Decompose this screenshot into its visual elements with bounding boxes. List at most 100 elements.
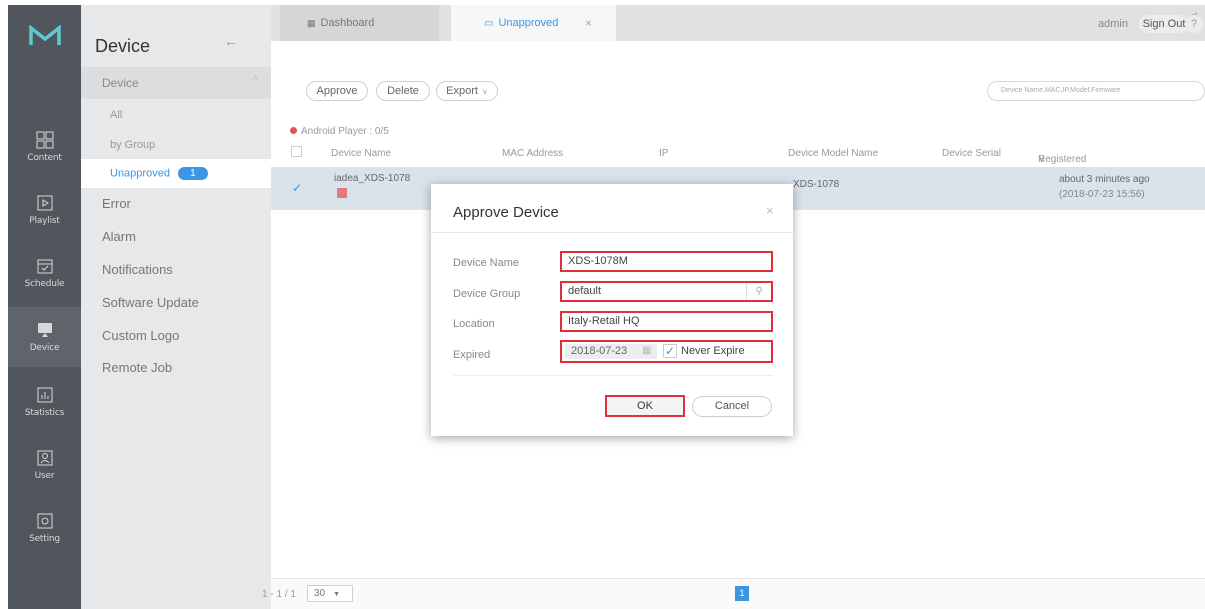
cancel-button[interactable]: Cancel xyxy=(692,396,772,417)
app-rail: Content Playlist Schedule Device Statist… xyxy=(8,5,81,609)
rail-label: Schedule xyxy=(24,279,65,289)
sidebar-item-notifications[interactable]: Notifications xyxy=(102,262,173,277)
logo xyxy=(8,5,81,67)
sidebar-item-unapproved[interactable]: Unapproved 1 xyxy=(81,159,271,188)
sidebar-item-by-group[interactable]: by Group xyxy=(110,139,155,151)
rail-label: Playlist xyxy=(29,216,60,226)
sign-out-button[interactable]: Sign Out xyxy=(1139,15,1189,33)
table-header: Device Name MAC Address IP Device Model … xyxy=(271,142,1205,165)
device-icon xyxy=(37,323,52,337)
unapproved-text: Unapproved xyxy=(110,167,170,180)
rail-item-setting[interactable]: Setting xyxy=(8,498,81,558)
rail-label: Statistics xyxy=(24,408,65,418)
search-input[interactable]: Device Name,MAC,IP,Model,Firmware xyxy=(987,81,1205,101)
device-sidebar: Device ← Device ^ All by Group Unapprove… xyxy=(81,5,271,609)
device-group-label: Device Group xyxy=(453,288,521,300)
close-icon[interactable]: × xyxy=(766,203,774,218)
collapse-arrow-icon[interactable]: ← xyxy=(224,33,238,49)
rail-label: User xyxy=(34,471,55,481)
rail-label: Content xyxy=(27,153,62,163)
row-model: XDS-1078 xyxy=(793,179,840,190)
search-icon[interactable]: ⚲ xyxy=(746,283,771,300)
divider xyxy=(453,375,773,376)
row-registered: about 3 minutes ago xyxy=(1059,174,1150,185)
rail-item-statistics[interactable]: Statistics xyxy=(8,372,81,432)
expired-label: Expired xyxy=(453,349,491,361)
android-tag-icon xyxy=(337,188,347,198)
group-label: Android Player : 0/5 xyxy=(290,126,389,137)
monitor-icon: ▭ xyxy=(484,17,494,29)
select-all-checkbox[interactable] xyxy=(291,146,302,157)
per-page-select[interactable]: 30 ▼ xyxy=(307,585,353,602)
col-registered-label: Registered xyxy=(1038,154,1087,165)
delete-button[interactable]: Delete xyxy=(376,81,430,101)
content-icon xyxy=(36,131,53,149)
device-group-value: default xyxy=(568,285,602,297)
sidebar-section-label: Device xyxy=(102,76,139,90)
sidebar-item-remote-job[interactable]: Remote Job xyxy=(102,360,172,375)
location-label: Location xyxy=(453,318,495,330)
rail-item-playlist[interactable]: Playlist xyxy=(8,180,81,240)
chevron-down-icon: ∨ xyxy=(481,86,488,96)
rail-item-schedule[interactable]: Schedule xyxy=(8,243,81,303)
statistics-icon xyxy=(37,387,52,403)
chevron-up-icon: ^ xyxy=(253,75,258,86)
sidebar-item-software-update[interactable]: Software Update xyxy=(102,295,199,310)
rail-item-content[interactable]: Content xyxy=(8,117,81,177)
location-input[interactable]: Italy-Retail HQ xyxy=(560,311,773,332)
divider xyxy=(431,232,793,233)
col-device-name[interactable]: Device Name xyxy=(331,148,391,159)
device-name-label: Device Name xyxy=(453,257,520,269)
status-dot-icon xyxy=(290,127,297,134)
device-name-input[interactable]: XDS-1078M xyxy=(560,251,773,272)
pagination-bar: 1 - 1 / 1 30 ▼ 1 xyxy=(262,578,1205,609)
calendar-icon[interactable]: ▦ xyxy=(642,345,651,356)
tab-unapproved[interactable]: ▭ Unapproved × xyxy=(451,5,616,41)
tab-label: Dashboard xyxy=(320,17,375,29)
sidebar-item-custom-logo[interactable]: Custom Logo xyxy=(102,328,179,343)
search-placeholder: Device Name,MAC,IP,Model,Firmware xyxy=(1001,87,1121,94)
never-expire-checkbox[interactable]: ✓ xyxy=(663,344,677,358)
sidebar-item-all[interactable]: All xyxy=(110,109,122,121)
col-device-serial[interactable]: Device Serial xyxy=(942,148,1001,159)
never-expire-label: Never Expire xyxy=(681,345,745,357)
help-icon[interactable]: ? xyxy=(1185,15,1203,33)
page-number-button[interactable]: 1 xyxy=(735,586,749,601)
ok-button[interactable]: OK xyxy=(605,395,685,417)
export-label: Export xyxy=(446,85,478,97)
rail-item-device[interactable]: Device xyxy=(8,307,81,367)
approve-device-dialog: Approve Device × Device Name XDS-1078M D… xyxy=(431,184,793,436)
tab-dashboard[interactable]: ▦ Dashboard xyxy=(280,5,439,41)
col-ip[interactable]: IP xyxy=(659,148,668,159)
logo-icon xyxy=(28,25,61,45)
expired-field: 2018-07-23 ▦ ✓ Never Expire xyxy=(560,340,773,363)
username: admin xyxy=(1098,18,1128,30)
sidebar-item-alarm[interactable]: Alarm xyxy=(102,229,136,244)
rail-label: Device xyxy=(29,343,60,353)
dialog-title: Approve Device xyxy=(453,204,559,221)
sidebar-section-device[interactable]: Device ^ xyxy=(81,67,271,99)
sidebar-title: Device xyxy=(95,36,151,56)
sidebar-item-error[interactable]: Error xyxy=(102,196,131,211)
export-button[interactable]: Export ∨ xyxy=(436,81,498,101)
grid-icon: ▦ xyxy=(307,17,316,28)
row-checked-icon[interactable]: ✓ xyxy=(292,181,302,195)
chevron-down-icon: ▼ xyxy=(333,591,341,598)
per-page-value: 30 xyxy=(314,588,326,599)
page-info: 1 - 1 / 1 xyxy=(262,589,296,600)
row-device-name: iadea_XDS-1078 xyxy=(334,173,411,184)
top-bar: ▦ Dashboard ▭ Unapproved × ఠ admin Sign … xyxy=(271,5,1205,41)
row-registered-time: (2018-07-23 15:56) xyxy=(1059,189,1145,200)
schedule-icon xyxy=(37,259,52,274)
col-mac-address[interactable]: MAC Address xyxy=(502,148,563,159)
playlist-icon xyxy=(37,195,52,211)
rail-label: Setting xyxy=(29,534,60,544)
tab-label: Unapproved xyxy=(498,17,559,29)
device-group-input[interactable]: default ⚲ xyxy=(560,281,773,302)
close-icon[interactable]: × xyxy=(585,16,592,30)
sidebar-item-label: Unapproved 1 xyxy=(110,167,208,180)
count-badge: 1 xyxy=(177,167,208,180)
rail-item-user[interactable]: User xyxy=(8,435,81,495)
approve-button[interactable]: Approve xyxy=(306,81,368,101)
col-device-model-name[interactable]: Device Model Name xyxy=(788,148,878,159)
